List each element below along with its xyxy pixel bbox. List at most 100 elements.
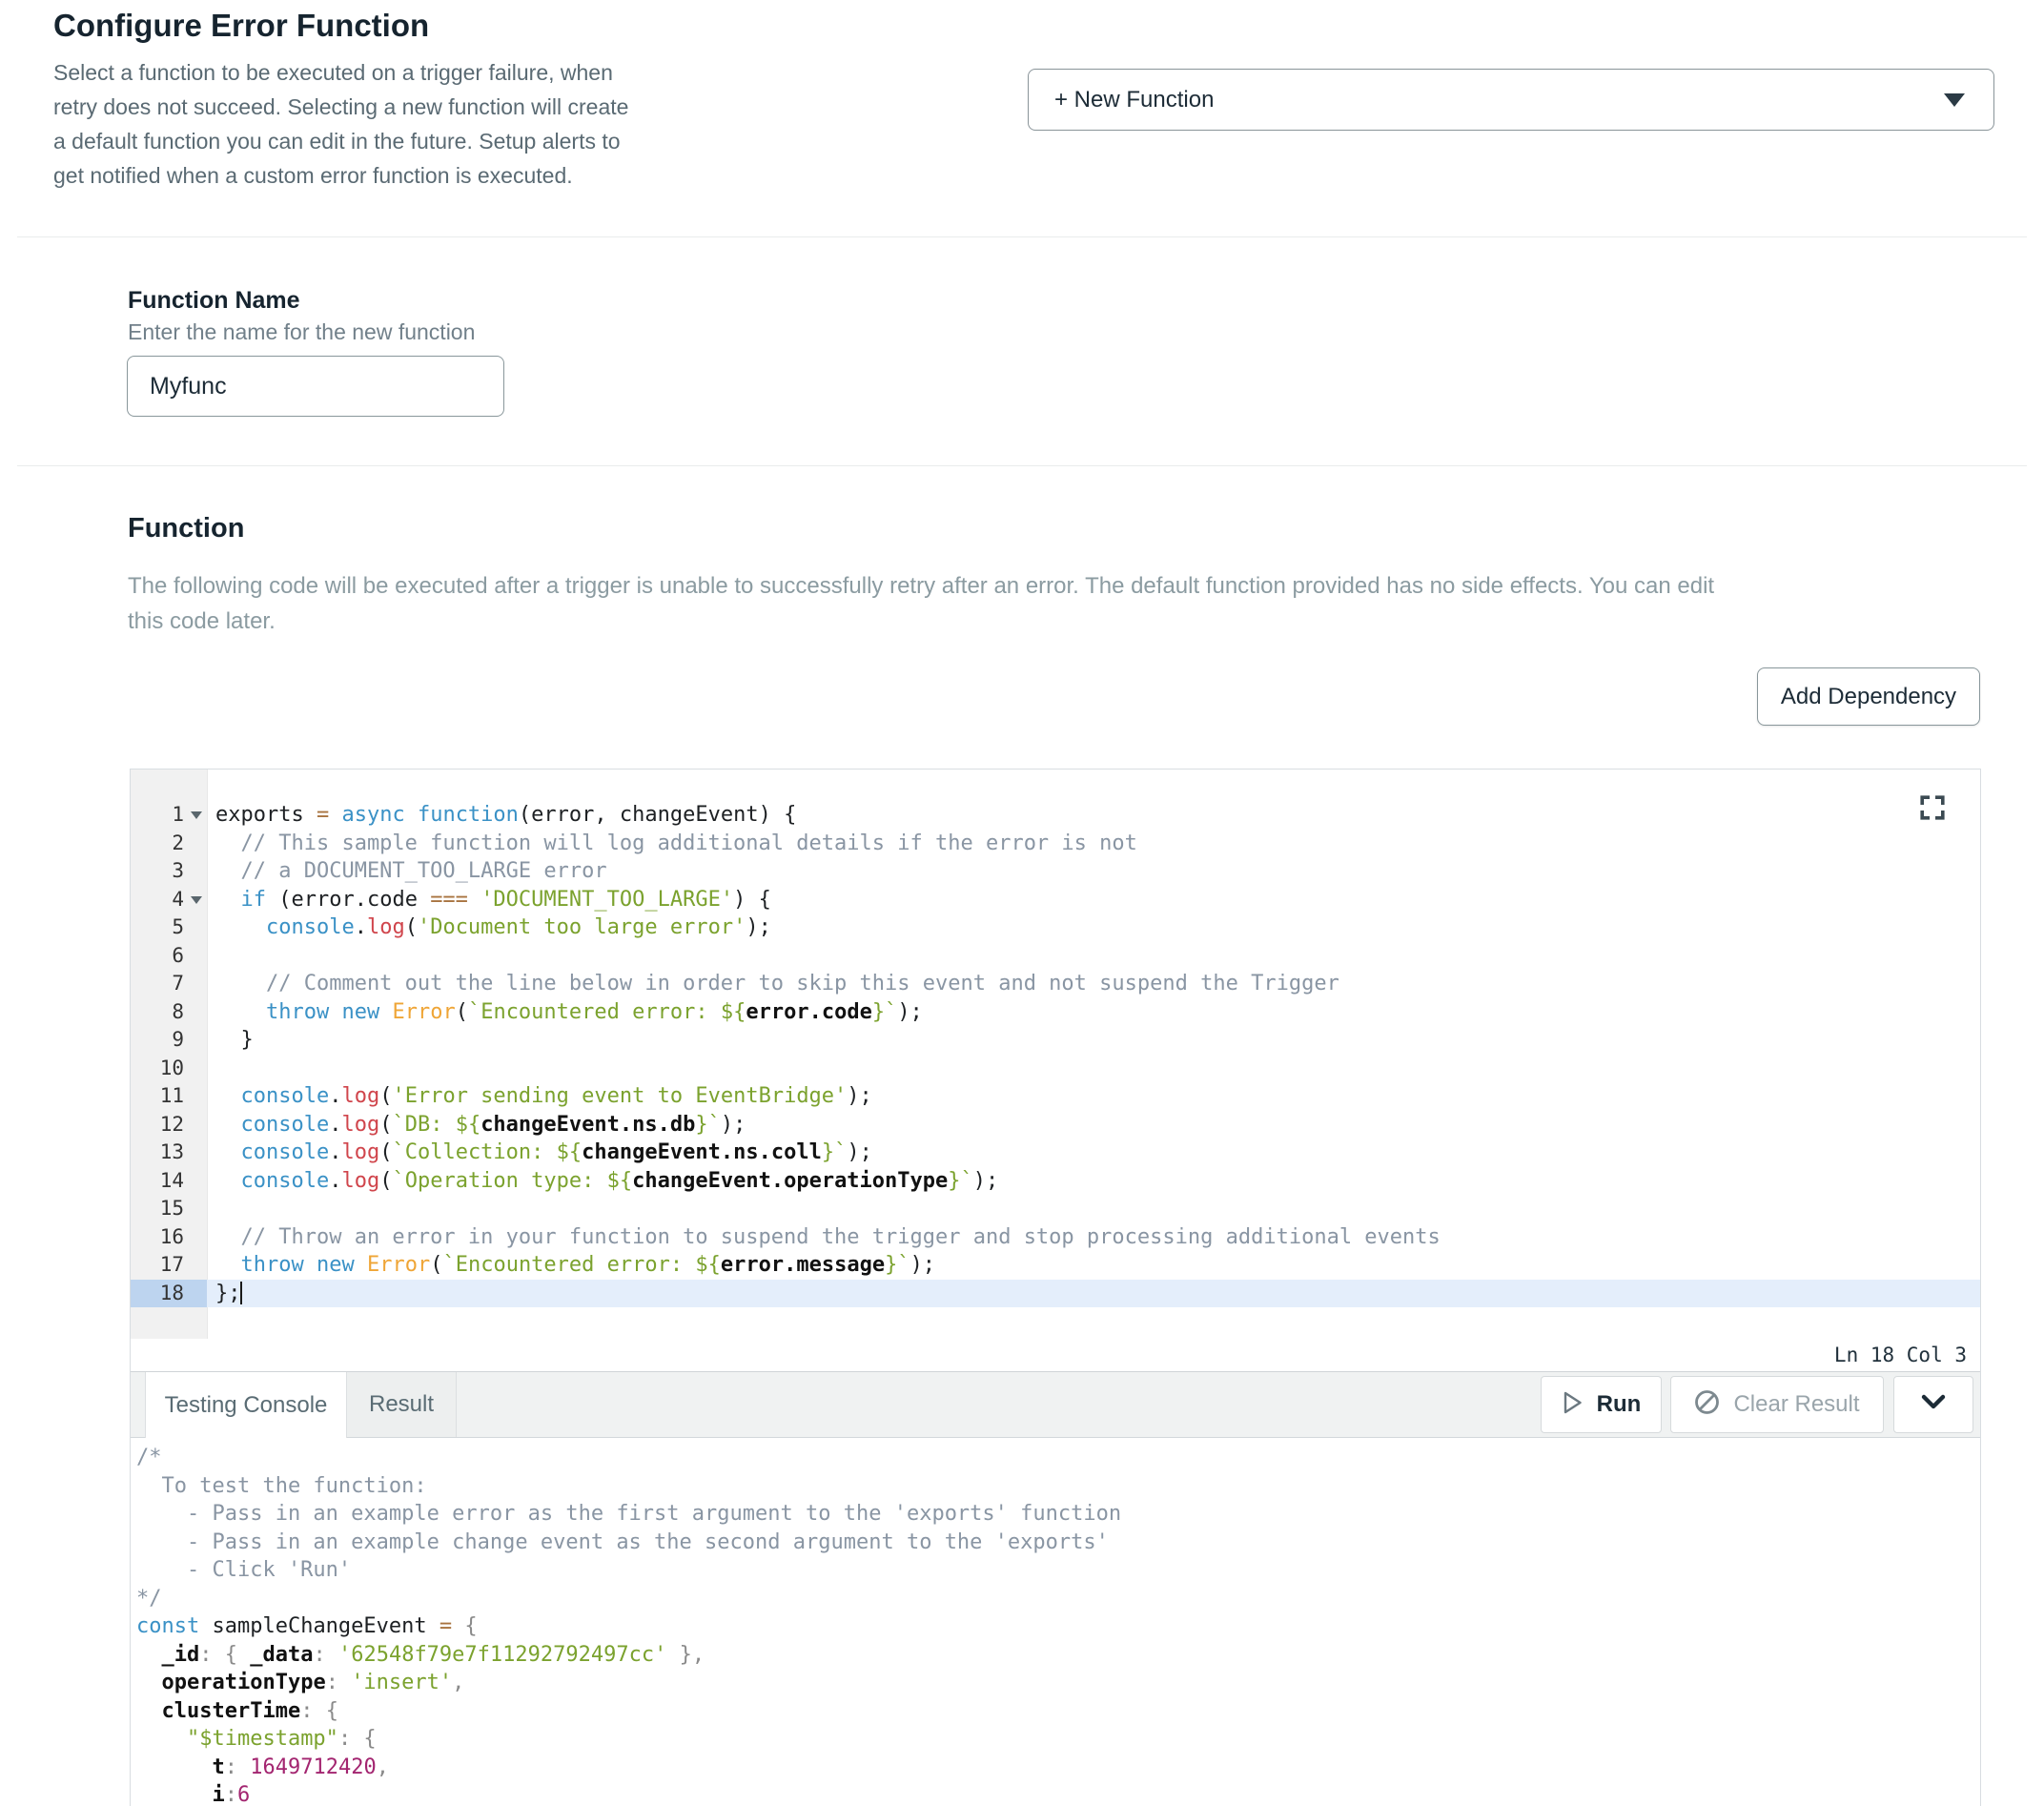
- code-line[interactable]: 1 exports = async function(error, changeE…: [131, 801, 1980, 830]
- code-token: To test the function:: [136, 1473, 427, 1498]
- code-token: t: [212, 1755, 225, 1779]
- code-token: 6: [236, 1783, 251, 1806]
- function-name-input[interactable]: [127, 356, 504, 417]
- console-code-line[interactable]: - Click 'Run': [136, 1556, 1980, 1585]
- add-dependency-button[interactable]: Add Dependency: [1757, 667, 1980, 726]
- code-line[interactable]: 6: [131, 942, 1980, 971]
- console-code-line[interactable]: */: [136, 1585, 1980, 1613]
- code-token: : {: [199, 1642, 251, 1667]
- console-code-line[interactable]: - Pass in an example error as the first …: [136, 1500, 1980, 1529]
- code-line-text: if (error.code === 'DOCUMENT_TOO_LARGE')…: [207, 886, 771, 914]
- code-token: }`: [871, 999, 898, 1024]
- text-cursor: [239, 1281, 242, 1304]
- code-token: 'DOCUMENT_TOO_LARGE': [480, 887, 734, 912]
- code-token: (: [404, 915, 418, 939]
- console-code-line[interactable]: _id: { _data: '62548f79e7f11292792497cc'…: [136, 1641, 1980, 1670]
- function-section-title: Function: [128, 513, 245, 544]
- code-line-text: throw new Error(`Encountered error: ${er…: [207, 998, 923, 1027]
- code-line[interactable]: 17 throw new Error(`Encountered error: $…: [131, 1251, 1980, 1280]
- line-number: 11: [159, 1084, 184, 1107]
- text-line: The following code will be executed afte…: [128, 573, 1715, 599]
- line-number: 6: [172, 943, 184, 967]
- code-token: :: [313, 1642, 338, 1667]
- code-line[interactable]: 12 console.log(`DB: ${changeEvent.ns.db}…: [131, 1111, 1980, 1139]
- console-code-line[interactable]: clusterTime: {: [136, 1697, 1980, 1726]
- line-number: 15: [159, 1197, 184, 1220]
- code-line[interactable]: 3 // a DOCUMENT_TOO_LARGE error: [131, 857, 1980, 886]
- fold-arrow-icon[interactable]: [191, 811, 202, 819]
- fold-arrow-icon[interactable]: [191, 895, 202, 904]
- code-token: (: [379, 1084, 393, 1108]
- console-code-line[interactable]: t: 1649712420,: [136, 1754, 1980, 1782]
- code-line[interactable]: 15: [131, 1195, 1980, 1223]
- code-token: }`: [695, 1112, 721, 1137]
- code-line[interactable]: 9 }: [131, 1026, 1980, 1055]
- code-token: `Operation type: ${: [392, 1168, 633, 1193]
- console-code-line[interactable]: /*: [136, 1444, 1980, 1472]
- code-line[interactable]: 11 console.log('Error sending event to E…: [131, 1082, 1980, 1111]
- code-token: :: [325, 1671, 352, 1694]
- code-line-text: console.log(`DB: ${changeEvent.ns.db}`);: [207, 1111, 746, 1139]
- code-token: */: [136, 1586, 162, 1611]
- code-line-text: [207, 942, 215, 971]
- expand-editor-icon[interactable]: [1920, 795, 1945, 820]
- tab-result[interactable]: Result: [347, 1372, 457, 1437]
- code-line[interactable]: 8 throw new Error(`Encountered error: ${…: [131, 998, 1980, 1027]
- testing-console-editor[interactable]: /* To test the function: - Pass in an ex…: [131, 1438, 1980, 1806]
- console-code-line[interactable]: i:6: [136, 1781, 1980, 1806]
- code-token: Error: [392, 999, 456, 1024]
- code-line[interactable]: 10: [131, 1055, 1980, 1083]
- code-token: // a DOCUMENT_TOO_LARGE error: [215, 859, 607, 883]
- code-line[interactable]: 7 // Comment out the line below in order…: [131, 970, 1980, 998]
- code-line[interactable]: 5 console.log('Document too large error'…: [131, 913, 1980, 942]
- code-token: log: [341, 1168, 380, 1193]
- code-line[interactable]: 4 if (error.code === 'DOCUMENT_TOO_LARGE…: [131, 886, 1980, 914]
- function-code-editor: 1 exports = async function(error, changeE…: [130, 769, 1981, 1806]
- code-line[interactable]: 13 console.log(`Collection: ${changeEven…: [131, 1139, 1980, 1167]
- code-token: .: [329, 1112, 342, 1137]
- code-pane[interactable]: 1 exports = async function(error, changeE…: [131, 770, 1980, 1339]
- code-line[interactable]: 18};: [131, 1279, 1980, 1307]
- tab-testing-console[interactable]: Testing Console: [145, 1372, 347, 1438]
- code-token: );: [897, 999, 923, 1024]
- code-token: 'Error sending event to EventBridge': [392, 1084, 848, 1108]
- code-token: log: [341, 1140, 380, 1164]
- code-line[interactable]: 16 // Throw an error in your function to…: [131, 1223, 1980, 1252]
- code-token: new: [316, 1253, 355, 1277]
- play-icon: [1562, 1390, 1584, 1420]
- page-title: Configure Error Function: [53, 8, 430, 43]
- console-code-line[interactable]: const sampleChangeEvent = {: [136, 1612, 1980, 1641]
- code-token: _data: [250, 1642, 314, 1667]
- code-line[interactable]: 14 console.log(`Operation type: ${change…: [131, 1167, 1980, 1196]
- line-number: 17: [159, 1253, 184, 1276]
- error-function-select[interactable]: + New Function: [1028, 69, 1994, 131]
- console-code-line[interactable]: To test the function:: [136, 1472, 1980, 1501]
- code-token: log: [366, 915, 405, 939]
- console-code-line[interactable]: "$timestamp": {: [136, 1725, 1980, 1754]
- code-line[interactable]: 2 // This sample function will log addit…: [131, 830, 1980, 858]
- code-token: (: [379, 1140, 393, 1164]
- code-token: );: [720, 1112, 746, 1137]
- code-token: }`: [948, 1168, 973, 1193]
- console-code-line[interactable]: - Pass in an example change event as the…: [136, 1529, 1980, 1557]
- console-code-line[interactable]: operationType: 'insert',: [136, 1669, 1980, 1697]
- cursor-position-status: Ln 18 Col 3: [131, 1339, 1980, 1371]
- run-button[interactable]: Run: [1541, 1376, 1662, 1433]
- code-token: .: [354, 915, 367, 939]
- code-line-text: }: [207, 1026, 253, 1055]
- clear-result-button[interactable]: Clear Result: [1670, 1376, 1884, 1433]
- code-line-text: throw new Error(`Encountered error: ${er…: [207, 1251, 936, 1280]
- code-token: _id: [161, 1642, 200, 1667]
- code-token: (error.code: [266, 887, 431, 912]
- code-token: function: [417, 803, 519, 827]
- code-token: );: [972, 1168, 999, 1193]
- collapse-console-button[interactable]: [1893, 1376, 1973, 1433]
